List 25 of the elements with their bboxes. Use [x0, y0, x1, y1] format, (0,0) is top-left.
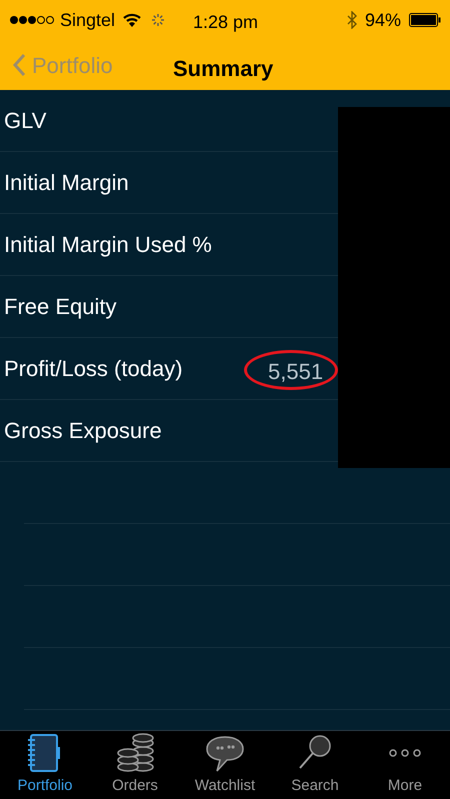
- wifi-icon: [123, 13, 142, 27]
- signal-icon: [9, 15, 55, 25]
- battery-percentage: 94%: [364, 8, 401, 32]
- more-icon: [387, 746, 423, 759]
- notebook-icon: [27, 732, 63, 773]
- tab[interactable]: More: [360, 731, 450, 799]
- row-label: Gross Exposure: [3, 417, 162, 445]
- chevron-left-icon: [12, 53, 26, 77]
- row-label: Free Equity: [3, 293, 116, 321]
- tab[interactable]: Orders: [90, 731, 180, 799]
- battery-icon: [409, 13, 441, 27]
- tab[interactable]: Search: [270, 731, 360, 799]
- coins-icon: [115, 732, 155, 773]
- bluetooth-icon: [346, 11, 357, 29]
- screen-title: Summary: [173, 55, 274, 83]
- row-label: Initial Margin Used %: [3, 231, 212, 259]
- row-label: Initial Margin: [3, 169, 129, 197]
- loading-icon: [151, 13, 166, 27]
- row-label: Profit/Loss (today): [3, 355, 183, 383]
- row-value: 5,551: [268, 358, 324, 386]
- status-time: 1:28 pm: [193, 11, 258, 34]
- carrier-name: Singtel: [60, 8, 116, 32]
- row-label: GLV: [3, 107, 46, 135]
- tab[interactable]: Watchlist: [180, 731, 270, 799]
- tab[interactable]: Portfolio: [0, 731, 90, 799]
